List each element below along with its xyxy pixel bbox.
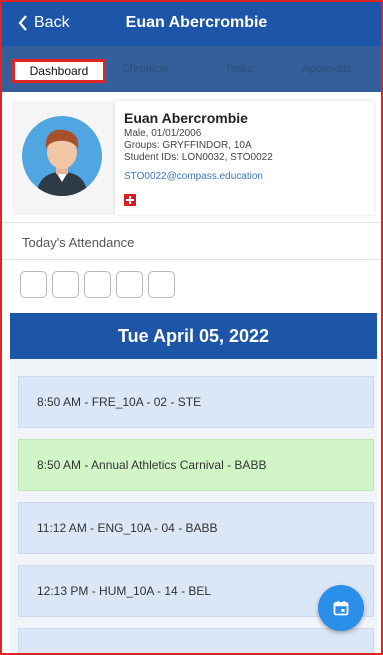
divider: [2, 222, 381, 223]
tab-chronicle[interactable]: Chronicle: [122, 63, 168, 75]
attendance-slot: [148, 271, 175, 298]
entry-text: 8:50 AM - Annual Athletics Carnival - BA…: [37, 458, 267, 472]
calendar-fab-button[interactable]: [318, 585, 364, 631]
app-frame: Back Euan Abercrombie Dashboard Chronicl…: [0, 0, 383, 655]
date-label: Tue April 05, 2022: [117, 325, 270, 346]
tab-bar: Dashboard Chronicle Tasks Approvals: [2, 46, 381, 92]
date-header: Tue April 05, 2022: [10, 313, 377, 359]
divider: [2, 259, 381, 260]
entry-text: 8:50 AM - FRE_10A - 02 - STE: [37, 395, 202, 409]
calendar-icon: [333, 601, 349, 616]
schedule-entry[interactable]: 8:50 AM - Annual Athletics Carnival - BA…: [18, 439, 374, 491]
gender-dob: Male, 01/01/2006: [124, 128, 202, 139]
groups: Groups: GRYFFINDOR, 10A: [124, 140, 252, 151]
attendance-label: Today's Attendance: [22, 235, 135, 250]
tab-dashboard[interactable]: Dashboard: [12, 59, 106, 83]
schedule-entry[interactable]: 11:12 AM - ENG_10A - 04 - BABB: [18, 502, 374, 554]
profile-card: Euan Abercrombie Male, 01/01/2006 Groups…: [115, 101, 374, 215]
student-avatar-icon: [36, 129, 88, 196]
medical-cross-icon[interactable]: [124, 194, 136, 206]
student-name: Euan Abercrombie: [124, 110, 248, 126]
entry-text: 11:12 AM - ENG_10A - 04 - BABB: [37, 521, 218, 535]
app-header: Back Euan Abercrombie: [2, 2, 381, 46]
tab-tasks[interactable]: Tasks: [225, 63, 253, 75]
attendance-slot: [20, 271, 47, 298]
attendance-slot: [116, 271, 143, 298]
student-ids: Student IDs: LON0032, STO0022: [124, 152, 273, 163]
schedule-entry[interactable]: [18, 628, 374, 653]
attendance-slot: [84, 271, 111, 298]
student-email[interactable]: STO0022@compass.education: [124, 171, 263, 182]
page-title: Euan Abercrombie: [125, 14, 268, 31]
student-profile: Euan Abercrombie Male, 01/01/2006 Groups…: [12, 101, 374, 215]
attendance-slots: [20, 271, 175, 298]
avatar: [22, 116, 102, 196]
attendance-slot: [52, 271, 79, 298]
entry-text: 12:13 PM - HUM_10A - 14 - BEL: [37, 584, 212, 598]
tab-approvals[interactable]: Approvals: [302, 63, 351, 75]
schedule-entry[interactable]: 8:50 AM - FRE_10A - 02 - STE: [18, 376, 374, 428]
